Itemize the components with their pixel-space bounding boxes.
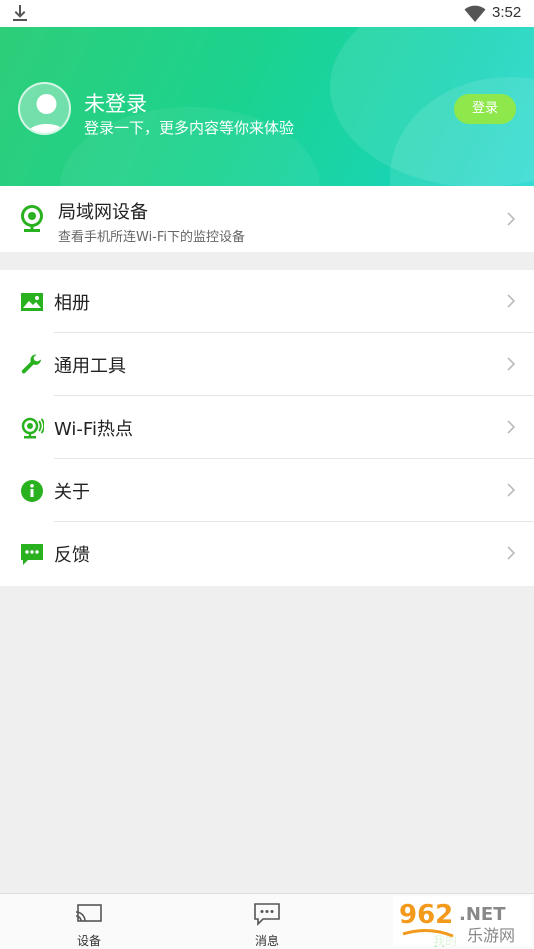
menu-item-about[interactable]: 关于 — [0, 459, 534, 522]
chevron-right-icon — [507, 357, 516, 371]
962-net-watermark-logo: 962 .NET 乐游网 — [393, 896, 531, 946]
chevron-right-icon — [507, 483, 516, 497]
lan-device-title: 局域网设备 — [58, 202, 148, 223]
svg-text:.NET: .NET — [459, 904, 506, 925]
settings-menu: 相册 通用工具 Wi-Fi热点 关于 反馈 — [0, 270, 534, 586]
tab-messages[interactable]: 消息 — [178, 894, 356, 949]
menu-item-feedback[interactable]: 反馈 — [0, 522, 534, 585]
wifi-camera-icon — [21, 417, 44, 439]
download-icon — [13, 5, 27, 21]
wrench-icon — [21, 354, 41, 374]
chevron-right-icon — [507, 294, 516, 308]
lan-device-entry[interactable]: 局域网设备 查看手机所连Wi-Fi下的监控设备 — [0, 186, 534, 252]
tab-label: 消息 — [254, 934, 279, 948]
svg-text:962: 962 — [399, 900, 453, 930]
message-icon — [254, 903, 280, 926]
menu-item-wifi-hotspot[interactable]: Wi-Fi热点 — [0, 396, 534, 459]
menu-item-tools[interactable]: 通用工具 — [0, 333, 534, 396]
chevron-right-icon — [507, 420, 516, 434]
menu-item-label: 通用工具 — [54, 356, 126, 377]
avatar[interactable] — [18, 82, 71, 135]
menu-item-label: 关于 — [54, 482, 90, 503]
feedback-icon — [21, 544, 43, 565]
info-icon — [21, 480, 43, 502]
lan-device-subtitle: 查看手机所连Wi-Fi下的监控设备 — [58, 230, 246, 245]
screen-cast-icon — [75, 904, 102, 922]
login-button[interactable]: 登录 — [454, 94, 516, 124]
chevron-right-icon — [507, 546, 516, 560]
photo-album-icon — [21, 293, 43, 311]
login-prompt-text: 登录一下，更多内容等你来体验 — [84, 119, 295, 137]
webcam-icon — [21, 205, 43, 232]
menu-item-label: 反馈 — [54, 545, 90, 566]
chevron-right-icon — [507, 212, 516, 226]
clock: 3:52 — [492, 4, 522, 21]
svg-text:乐游网: 乐游网 — [467, 926, 515, 945]
login-status-title: 未登录 — [84, 92, 147, 116]
status-bar: 3:52 — [0, 0, 534, 27]
profile-header: 未登录 登录一下，更多内容等你来体验 登录 — [0, 27, 534, 186]
menu-item-label: Wi-Fi热点 — [54, 419, 133, 440]
menu-item-album[interactable]: 相册 — [0, 270, 534, 333]
menu-item-label: 相册 — [54, 293, 90, 314]
user-placeholder-icon — [27, 94, 66, 133]
tab-devices[interactable]: 设备 — [0, 894, 178, 949]
wifi-signal-icon — [464, 5, 486, 22]
tab-label: 设备 — [76, 934, 101, 948]
